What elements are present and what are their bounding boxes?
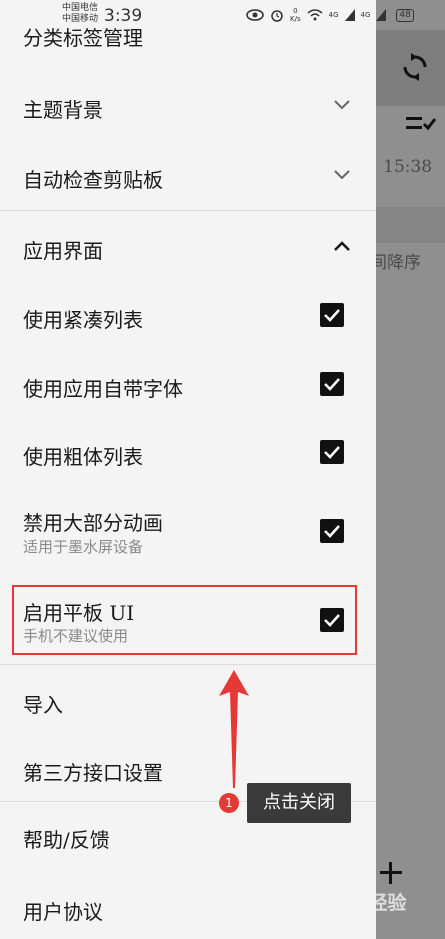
background-sort-text: 间降序 <box>370 253 421 273</box>
tooltip-text: 点击关闭 <box>247 783 351 823</box>
arrow-up-icon <box>219 670 249 788</box>
setting-app-font[interactable]: 使用应用自带字体 <box>0 351 376 419</box>
menu-item-category-tags[interactable]: 分类标签管理 <box>0 0 376 70</box>
highlight-box <box>12 585 357 655</box>
setting-label: 使用粗体列表 <box>23 445 143 469</box>
setting-disable-animation[interactable]: 禁用大部分动画 适用于墨水屏设备 <box>0 487 376 579</box>
menu-item-app-interface[interactable]: 应用界面 <box>0 211 376 281</box>
menu-item-clipboard[interactable]: 自动检查剪贴板 <box>0 140 376 210</box>
setting-sublabel: 适用于墨水屏设备 <box>23 538 144 556</box>
background-section-band <box>376 207 445 243</box>
tooltip-callout: 1 点击关闭 <box>215 783 351 823</box>
sort-filter-icon[interactable] <box>404 112 438 136</box>
menu-item-import[interactable]: 导入 <box>0 665 376 735</box>
bold-list-checkbox[interactable] <box>320 440 344 464</box>
chevron-down-icon <box>334 100 350 110</box>
setting-compact-list[interactable]: 使用紧凑列表 <box>0 281 376 351</box>
menu-item-label: 第三方接口设置 <box>23 761 163 785</box>
menu-item-label: 自动检查剪贴板 <box>23 168 163 192</box>
chevron-up-icon <box>334 241 350 251</box>
add-icon[interactable] <box>376 858 406 888</box>
menu-item-label: 用户协议 <box>23 900 103 924</box>
menu-item-label: 导入 <box>23 693 63 717</box>
checkmark-icon <box>324 378 340 391</box>
checkmark-icon <box>324 525 340 538</box>
menu-item-label: 应用界面 <box>23 239 103 263</box>
background-time-text: | 15:38 <box>372 157 433 177</box>
setting-label: 禁用大部分动画 <box>23 511 163 535</box>
menu-item-label: 帮助/反馈 <box>23 828 110 852</box>
menu-item-user-agreement[interactable]: 用户协议 <box>0 872 376 939</box>
menu-item-label: 主题背景 <box>23 98 103 122</box>
checkmark-icon <box>324 446 340 459</box>
disable-animation-checkbox[interactable] <box>320 519 344 543</box>
menu-item-label: 分类标签管理 <box>23 26 143 50</box>
compact-list-checkbox[interactable] <box>320 303 344 327</box>
checkmark-icon <box>324 309 340 322</box>
setting-bold-list[interactable]: 使用粗体列表 <box>0 419 376 487</box>
setting-label: 使用紧凑列表 <box>23 308 143 332</box>
setting-label: 使用应用自带字体 <box>23 377 183 401</box>
step-badge: 1 <box>219 793 239 813</box>
chevron-down-icon <box>334 170 350 180</box>
sync-icon[interactable] <box>400 52 430 82</box>
app-font-checkbox[interactable] <box>320 372 344 396</box>
menu-item-theme[interactable]: 主题背景 <box>0 70 376 140</box>
